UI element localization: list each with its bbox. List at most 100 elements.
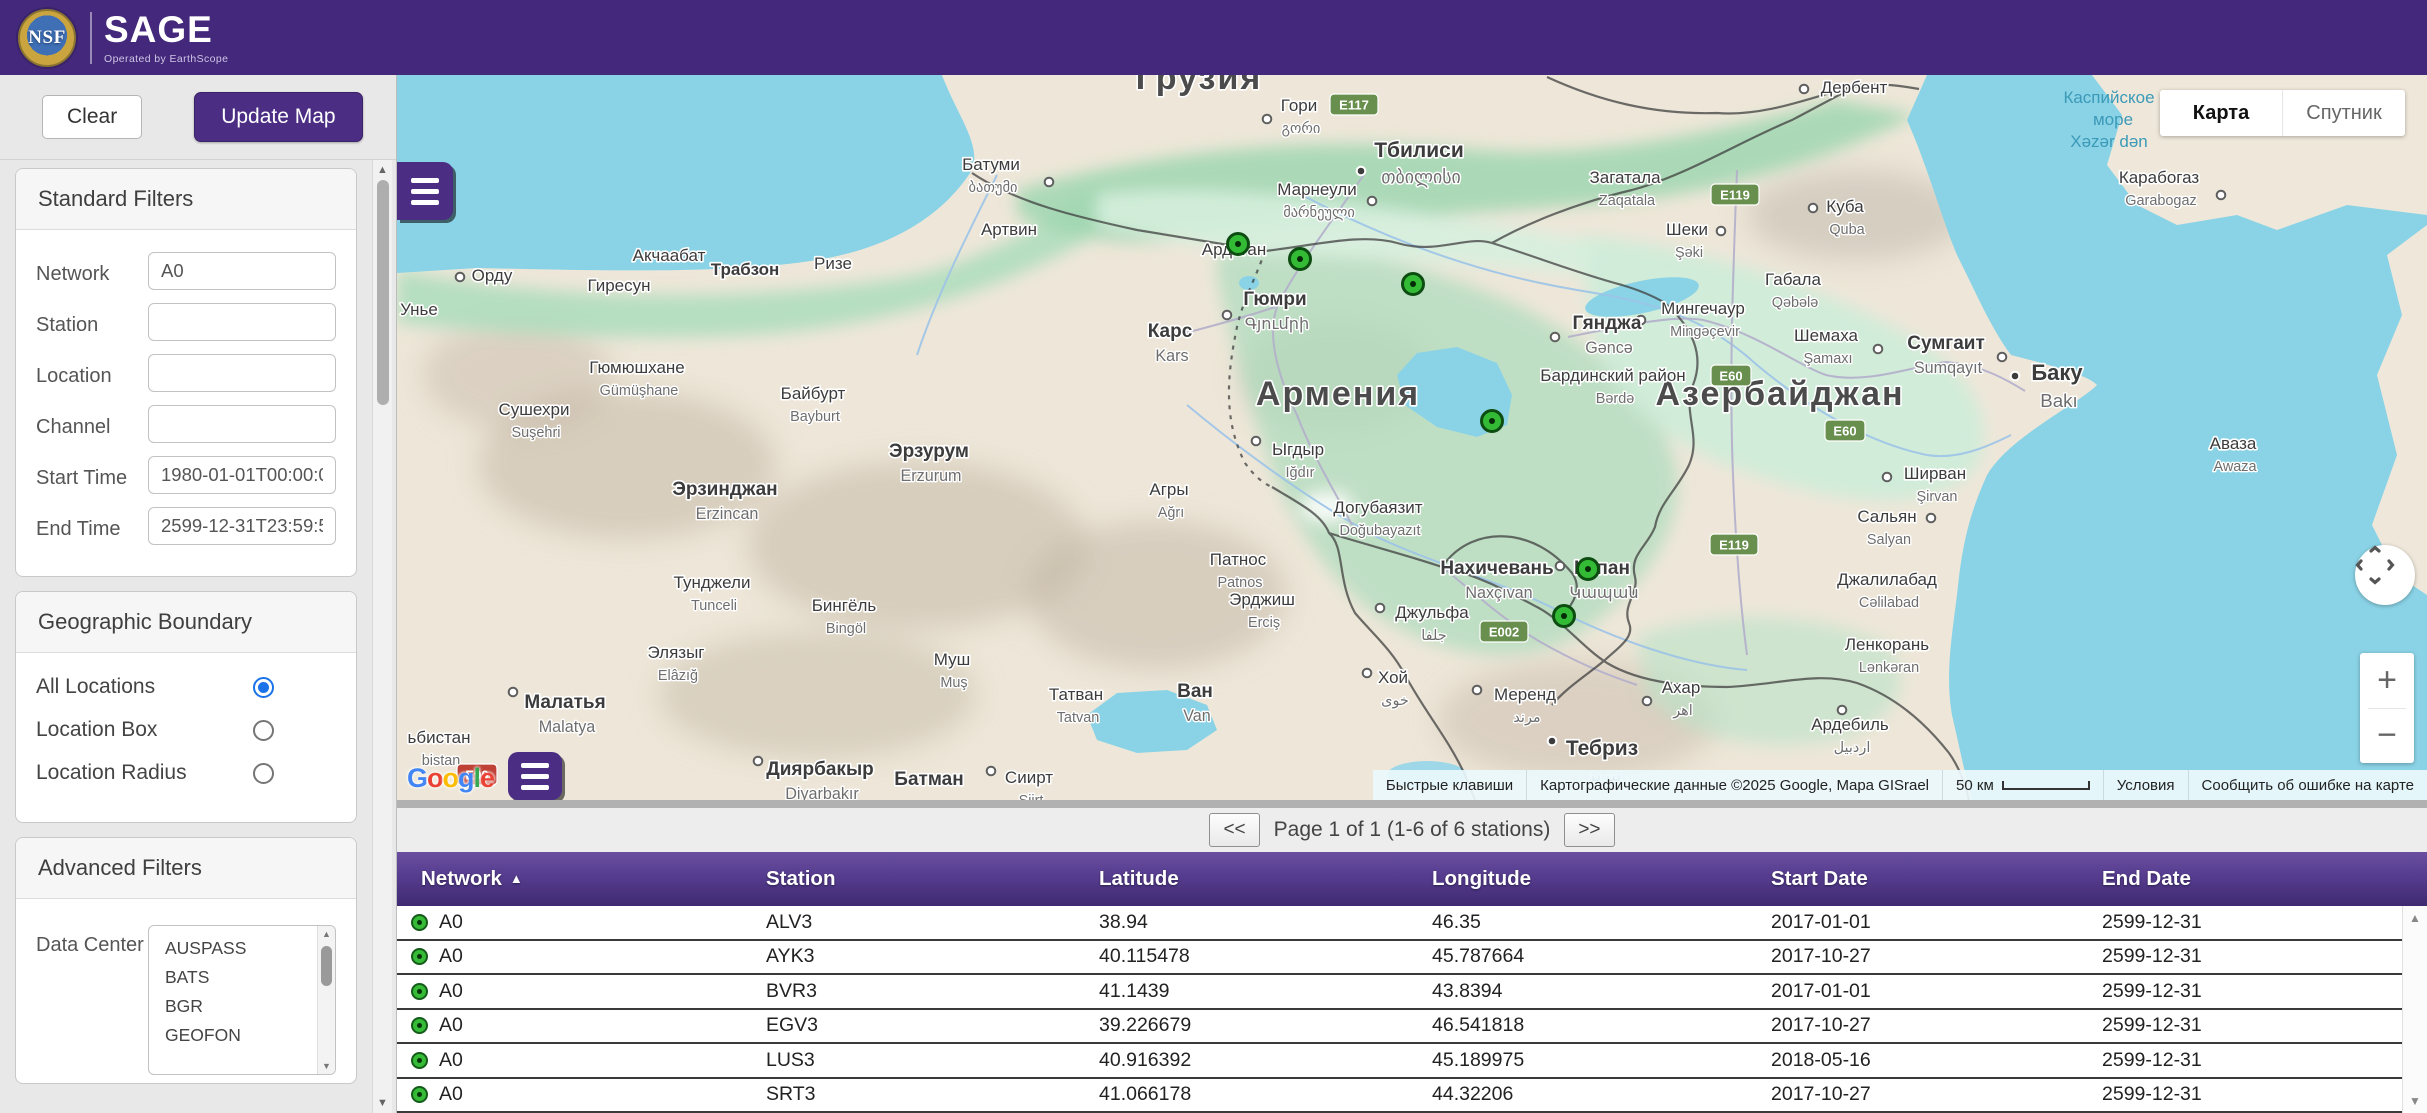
cell-end-date: 2599-12-31: [2088, 945, 2402, 968]
station-marker-LUS3[interactable]: [1403, 274, 1424, 295]
end-time-input[interactable]: [148, 507, 336, 545]
column-header-start-date[interactable]: Start Date: [1757, 867, 2088, 891]
zoom-in-button[interactable]: +: [2360, 653, 2414, 708]
svg-text:Ван: Ван: [1177, 681, 1213, 702]
station-marker-ALV3[interactable]: [1554, 606, 1575, 627]
cell-end-date: 2599-12-31: [2088, 911, 2402, 934]
svg-text:Erzincan: Erzincan: [696, 505, 759, 523]
scroll-up-icon[interactable]: ▲: [373, 164, 392, 176]
svg-text:Габала: Габала: [1765, 270, 1821, 289]
column-header-station[interactable]: Station: [752, 867, 1085, 891]
station-marker-SRT3[interactable]: [1290, 249, 1311, 270]
cell-network: A0: [397, 1049, 752, 1072]
prev-page-button[interactable]: <<: [1209, 813, 1259, 847]
cell-network: A0: [397, 1083, 752, 1106]
scroll-up-icon[interactable]: ▲: [318, 929, 335, 939]
geo-option-location-radius[interactable]: Location Radius: [36, 761, 336, 785]
column-header-longitude[interactable]: Longitude: [1418, 867, 1757, 891]
svg-text:Quba: Quba: [1829, 222, 1865, 238]
station-input[interactable]: [148, 303, 336, 341]
table-row-ALV3[interactable]: A0ALV338.9446.352017-01-012599-12-31: [397, 906, 2427, 941]
svg-text:Татван: Татван: [1049, 685, 1103, 704]
radio-button[interactable]: [253, 763, 274, 784]
map-canvas[interactable]: ГрузияАрменияАзербайджанКаспийскоемореXə…: [397, 75, 2427, 800]
svg-text:Унье: Унье: [400, 300, 438, 319]
scroll-thumb[interactable]: [377, 180, 389, 405]
station-marker-EGV3[interactable]: [1578, 559, 1599, 580]
next-page-button[interactable]: >>: [1564, 813, 1614, 847]
update-map-button[interactable]: Update Map: [194, 92, 362, 142]
legend-toggle-button[interactable]: [508, 752, 562, 800]
cell-station: EGV3: [752, 1014, 1085, 1037]
table-scrollbar[interactable]: ▲ ▼: [2402, 906, 2427, 1113]
table-row-AYK3[interactable]: A0AYK340.11547845.7876642017-10-272599-1…: [397, 941, 2427, 976]
keyboard-shortcuts-link[interactable]: Быстрые клавиши: [1373, 777, 1526, 794]
column-label: Network: [421, 867, 502, 891]
map-type-map-button[interactable]: Карта: [2160, 90, 2282, 136]
clear-button[interactable]: Clear: [42, 95, 142, 139]
channel-input[interactable]: [148, 405, 336, 443]
terms-link[interactable]: Условия: [2104, 777, 2188, 794]
cell-network: A0: [397, 911, 752, 934]
svg-text:Тебриз: Тебриз: [1566, 737, 1638, 760]
advanced-filters-title: Advanced Filters: [16, 838, 356, 899]
map-type-satellite-button[interactable]: Спутник: [2282, 90, 2405, 136]
zoom-out-button[interactable]: −: [2360, 709, 2414, 764]
scroll-thumb[interactable]: [321, 946, 332, 986]
scroll-down-icon[interactable]: ▼: [318, 1061, 335, 1071]
table-row-SRT3[interactable]: A0SRT341.06617844.322062017-10-272599-12…: [397, 1079, 2427, 1113]
radio-label: Location Box: [36, 718, 157, 742]
station-marker-BVR3[interactable]: [1228, 234, 1249, 255]
sidebar-toggle-button[interactable]: [397, 162, 453, 220]
svg-text:اردبیل: اردبیل: [1834, 740, 1871, 756]
radio-button[interactable]: [253, 677, 274, 698]
column-header-end-date[interactable]: End Date: [2088, 867, 2427, 891]
scroll-down-icon[interactable]: ▼: [2403, 1094, 2427, 1108]
cell-longitude: 44.32206: [1418, 1083, 1757, 1106]
table-row-LUS3[interactable]: A0LUS340.91639245.1899752018-05-162599-1…: [397, 1044, 2427, 1079]
geographic-boundary-title: Geographic Boundary: [16, 592, 356, 653]
geo-option-all-locations[interactable]: All Locations: [36, 675, 336, 699]
geographic-boundary-panel: Geographic Boundary All Locations Locatio…: [15, 591, 357, 823]
google-logo[interactable]: Google: [407, 763, 494, 794]
data-center-option[interactable]: BGR: [165, 992, 335, 1021]
svg-text:Сумгаит: Сумгаит: [1907, 333, 1985, 354]
data-center-scrollbar[interactable]: ▲ ▼: [317, 926, 335, 1074]
cell-start-date: 2017-01-01: [1757, 911, 2088, 934]
radio-button[interactable]: [253, 720, 274, 741]
geo-option-location-box[interactable]: Location Box: [36, 718, 336, 742]
scroll-up-icon[interactable]: ▲: [2403, 911, 2427, 925]
svg-text:Ыгдыр: Ыгдыр: [1272, 440, 1324, 459]
svg-text:Эрзурум: Эрзурум: [889, 441, 969, 462]
pan-control[interactable]: [2355, 545, 2415, 605]
station-map[interactable]: ГрузияАрменияАзербайджанКаспийскоемореXə…: [397, 75, 2427, 800]
svg-text:Армения: Армения: [1256, 375, 1420, 413]
location-input[interactable]: [148, 354, 336, 392]
svg-text:Джалилабад: Джалилабад: [1837, 570, 1937, 589]
field-label: End Time: [36, 507, 148, 544]
table-row-BVR3[interactable]: A0BVR341.143943.83942017-01-012599-12-31: [397, 975, 2427, 1010]
data-center-listbox[interactable]: AUSPASSBATSBGRGEOFON ▲ ▼: [148, 925, 336, 1075]
map-copyright: Картографические данные ©2025 Google, Ma…: [1527, 777, 1942, 794]
data-center-option[interactable]: GEOFON: [165, 1021, 335, 1050]
brand-tagline: Operated by EarthScope: [104, 53, 228, 65]
report-error-link[interactable]: Сообщить об ошибке на карте: [2189, 777, 2427, 794]
table-row-EGV3[interactable]: A0EGV339.22667946.5418182017-10-272599-1…: [397, 1010, 2427, 1045]
svg-text:Siirt: Siirt: [1019, 793, 1044, 800]
scroll-down-icon[interactable]: ▼: [373, 1097, 392, 1109]
standard-filters-fields: NetworkStationLocationChannelStart TimeE…: [16, 230, 356, 576]
column-header-latitude[interactable]: Latitude: [1085, 867, 1418, 891]
svg-text:Elâzığ: Elâzığ: [658, 668, 698, 684]
sidebar-scrollbar[interactable]: ▲ ▼: [372, 160, 392, 1113]
svg-text:E119: E119: [1720, 188, 1750, 203]
column-header-network[interactable]: Network▲: [397, 867, 752, 891]
data-center-option[interactable]: AUSPASS: [165, 934, 335, 963]
column-label: Start Date: [1771, 867, 1868, 891]
svg-text:Куба: Куба: [1826, 197, 1864, 216]
network-input[interactable]: [148, 252, 336, 290]
station-marker-AYK3[interactable]: [1482, 411, 1503, 432]
pan-arrows-icon: [2355, 545, 2395, 585]
svg-text:مرند: مرند: [1513, 710, 1540, 726]
start-time-input[interactable]: [148, 456, 336, 494]
data-center-option[interactable]: BATS: [165, 963, 335, 992]
